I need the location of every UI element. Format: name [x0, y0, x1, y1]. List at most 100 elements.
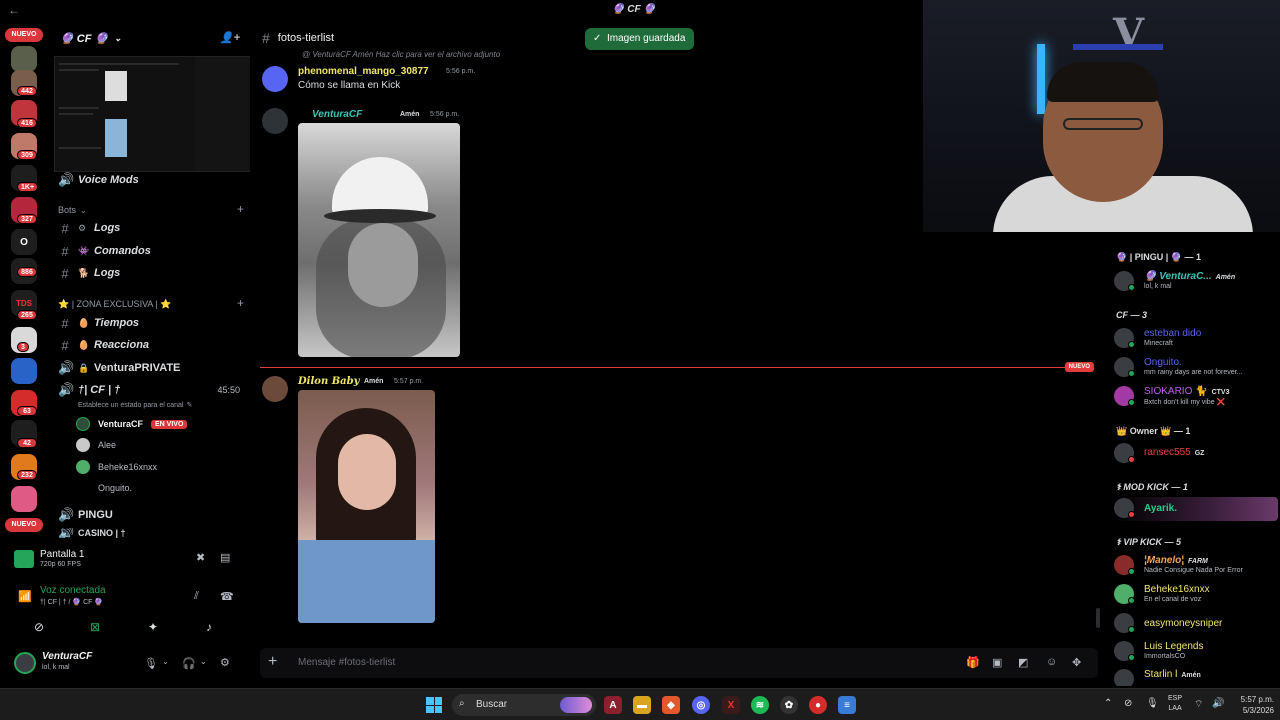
member-item[interactable]: Onguito. mm rainy days are not forever..…: [1114, 356, 1278, 378]
volume-icon[interactable]: 🔊: [1212, 698, 1224, 709]
chevron-down-icon[interactable]: ⌄: [200, 657, 207, 666]
composer-placeholder[interactable]: Mensaje #fotos-tierlist: [298, 657, 395, 668]
gear-icon[interactable]: ⚙: [220, 656, 230, 669]
spotify-icon[interactable]: ≋: [751, 696, 769, 714]
member-group-header: CF — 3: [1116, 310, 1148, 320]
windows-start-icon[interactable]: [426, 697, 442, 713]
new-label: NUEVO: [1064, 362, 1094, 372]
voice-user-name: Onguito.: [98, 483, 133, 493]
noise-suppression-icon[interactable]: ⫽: [194, 590, 199, 603]
avatar[interactable]: [262, 376, 288, 402]
stream-preview[interactable]: [54, 56, 268, 172]
message-author[interactable]: phenomenal_mango_30877: [298, 66, 429, 77]
avatar[interactable]: [14, 652, 36, 674]
member-item[interactable]: Beheke16xnxx En el canal de voz: [1114, 583, 1278, 605]
text-channel-comandos[interactable]: # 👾 Comandos: [58, 241, 248, 261]
back-arrow-icon[interactable]: ←: [8, 3, 20, 17]
voice-user[interactable]: Beheke16xnxx: [76, 458, 157, 476]
chevron-down-icon[interactable]: ⌄: [162, 657, 169, 666]
stream-settings-icon[interactable]: ▤: [220, 551, 230, 564]
attach-plus-icon[interactable]: +: [268, 653, 277, 671]
wifi-icon[interactable]: ⌔: [1194, 698, 1203, 711]
disconnect-icon[interactable]: ☎: [220, 590, 234, 603]
headphones-icon[interactable]: 🎧: [182, 657, 196, 670]
text-channel-tiempos[interactable]: # 🥚 Tiempos: [58, 313, 248, 333]
screen-share-icon: [14, 550, 34, 568]
screen-share-button[interactable]: ⊠: [80, 616, 110, 638]
server-icon[interactable]: [11, 358, 37, 384]
message-author[interactable]: VenturaCF: [312, 109, 362, 120]
channel-name: Comandos: [94, 245, 151, 257]
chatgpt-icon[interactable]: ✿: [780, 696, 798, 714]
member-item[interactable]: Ayarik.: [1114, 497, 1278, 521]
channel-emoji-icon: 🥚: [78, 339, 90, 350]
member-item[interactable]: 🔮 VenturaC... Amén lol, k mal: [1114, 270, 1278, 292]
chevron-up-icon[interactable]: ⌃: [1104, 698, 1112, 709]
category-zona-exclusiva[interactable]: ⭐ | ZONA EXCLUSIVA | ⭐ +: [58, 296, 248, 312]
toast-notification: ✓ Imagen guardada: [585, 28, 695, 50]
message-composer[interactable]: + Mensaje #fotos-tierlist 🎁 ▣ ◩ ☺ ✥: [260, 648, 1098, 678]
text-channel-logs[interactable]: # 🐕 Logs: [58, 263, 248, 283]
member-item[interactable]: Luis Legends ImmortalsCO: [1114, 640, 1278, 662]
discord-icon[interactable]: ◎: [692, 696, 710, 714]
scrollbar[interactable]: [1096, 608, 1100, 628]
voice-user[interactable]: VenturaCF EN VIVO: [76, 415, 188, 433]
message-author[interactable]: Dilon Baby: [298, 376, 359, 387]
network-icon[interactable]: ⊘: [1124, 698, 1132, 709]
voice-channel-casino[interactable]: 🔊 CASINO | †: [58, 528, 248, 538]
microphone-icon[interactable]: 🎙: [144, 657, 158, 670]
image-attachment[interactable]: [298, 123, 460, 357]
language-indicator[interactable]: ESP LAA: [1168, 694, 1182, 714]
voice-user[interactable]: Onguito.: [76, 479, 132, 497]
gift-icon[interactable]: 🎁: [966, 656, 980, 669]
status-dot: [1128, 511, 1135, 518]
category-bots[interactable]: Bots ⌄ +: [58, 202, 248, 218]
signal-icon[interactable]: 📶: [18, 590, 32, 603]
member-item[interactable]: ransec555 GZ: [1114, 442, 1278, 464]
text-channel-reacciona[interactable]: # 🥚 Reacciona: [58, 335, 248, 355]
member-item[interactable]: ¦Manelo¦ FARM Nadie Consigue Nada Por Err…: [1114, 554, 1278, 576]
text-channel-logs[interactable]: # ⚙ Logs: [58, 218, 248, 238]
add-channel-icon[interactable]: +: [237, 296, 244, 310]
stop-stream-icon[interactable]: ✖: [196, 551, 205, 564]
activities-button[interactable]: ✦: [138, 616, 168, 638]
member-item[interactable]: esteban dido Minecraft: [1114, 327, 1278, 349]
member-item[interactable]: easymoneysniper: [1114, 612, 1278, 634]
app-icon[interactable]: A: [604, 696, 622, 714]
member-item[interactable]: SIOKARIO 🐈 CTV3 Bxtch don't kill my vibe …: [1114, 385, 1278, 407]
voice-channel-venturaprivate[interactable]: 🔊 🔒 VenturaPRIVATE: [58, 358, 248, 378]
taskbar-search[interactable]: ⌕ Buscar: [452, 694, 596, 716]
member-item[interactable]: Starlin l Amén: [1114, 668, 1278, 686]
channel-status-prompt[interactable]: Establece un estado para el canal ✎: [78, 396, 192, 414]
camera-off-button[interactable]: ⊘: [24, 616, 54, 638]
voice-connected[interactable]: Voz conectada: [40, 585, 106, 596]
brave-browser-icon[interactable]: ◆: [662, 696, 680, 714]
server-icon[interactable]: [11, 46, 37, 72]
obs-icon[interactable]: ●: [809, 696, 827, 714]
channel-emoji-icon: 👾: [78, 245, 90, 256]
soundboard-button[interactable]: ♪: [194, 616, 224, 638]
file-explorer-icon[interactable]: ▬: [633, 696, 651, 714]
image-attachment[interactable]: [298, 390, 435, 623]
apps-icon[interactable]: ✥: [1072, 656, 1081, 669]
notepad-icon[interactable]: ≡: [838, 696, 856, 714]
microphone-icon[interactable]: 🎙: [1146, 698, 1159, 709]
voice-channel-voice-mods[interactable]: 🔊 Voice Mods: [58, 170, 248, 190]
reply-preview[interactable]: @ VenturaCF Amén Haz clic para ver el ar…: [302, 50, 500, 59]
add-user-icon[interactable]: 👤+: [220, 31, 240, 44]
server-icon[interactable]: [11, 486, 37, 512]
clock[interactable]: 5:57 p.m. 5/3/2026: [1234, 694, 1274, 716]
guild-header[interactable]: 🔮 CF 🔮 ⌄ 👤+: [48, 22, 250, 54]
sticker-icon[interactable]: ◩: [1018, 656, 1028, 669]
app-icon[interactable]: X: [722, 696, 740, 714]
add-channel-icon[interactable]: +: [237, 202, 244, 216]
avatar[interactable]: [262, 108, 288, 134]
server-icon[interactable]: O: [11, 229, 37, 255]
member-name: Ayarik.: [1144, 503, 1177, 514]
voice-user-name: VenturaCF: [98, 419, 144, 429]
avatar[interactable]: [262, 66, 288, 92]
voice-user[interactable]: Alee: [76, 436, 116, 454]
emoji-icon[interactable]: ☺: [1046, 656, 1057, 668]
gif-icon[interactable]: ▣: [992, 656, 1002, 669]
voice-channel-pingu[interactable]: 🔊 PINGU: [58, 505, 248, 525]
